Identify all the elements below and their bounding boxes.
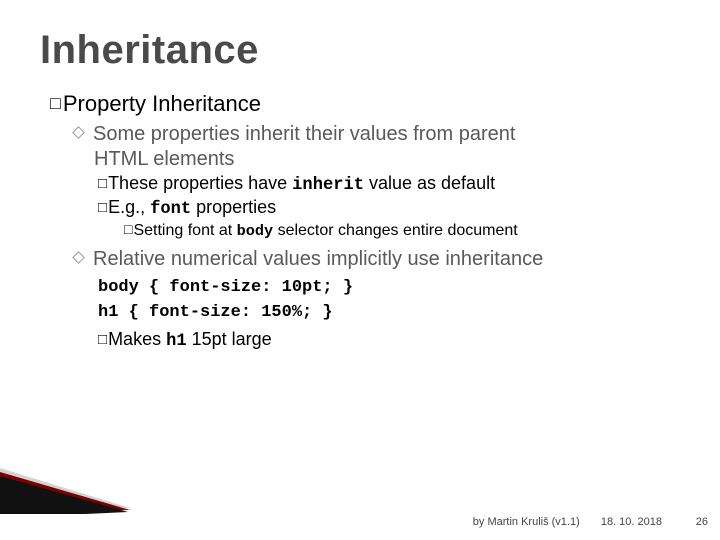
- footer-date: 18. 10. 2018: [601, 516, 662, 528]
- text-b: selector changes entire document: [273, 222, 518, 239]
- code-font: font: [150, 200, 191, 219]
- bullet-inherit-values: Some properties inherit their values fro…: [74, 123, 680, 146]
- square-bullet-icon: □: [98, 331, 107, 348]
- square-bullet-icon: □: [98, 199, 107, 216]
- slide: Inheritance □Property Inheritance Some p…: [0, 0, 720, 540]
- bullet-body-selector: □Setting font at body selector changes e…: [124, 221, 680, 240]
- text-b: value as default: [364, 173, 495, 193]
- text-a: Setting font at: [133, 222, 236, 239]
- code-inherit: inherit: [292, 176, 364, 195]
- bullet-relative-values: Relative numerical values implicitly use…: [74, 248, 680, 271]
- text-b: 15pt large: [187, 329, 272, 349]
- square-bullet-icon: □: [124, 221, 132, 237]
- text-a: Makes: [108, 329, 166, 349]
- section-rest: Inheritance: [146, 91, 261, 116]
- bullet-text: Some properties inherit their values fro…: [93, 123, 515, 145]
- section-prefix: Property: [63, 91, 146, 116]
- bullet-inherit-default: □These properties have inherit value as …: [98, 173, 680, 195]
- text-a: E.g.,: [108, 197, 150, 217]
- code-h1: h1: [166, 332, 187, 351]
- bullet-text: Relative numerical values implicitly use…: [93, 248, 543, 270]
- bullet-result: □Makes h1 15pt large: [98, 329, 680, 351]
- slide-footer: by Martin Kruliš (v1.1) 18. 10. 2018: [473, 516, 690, 528]
- code-body-fontsize: body { font-size: 10pt; }: [98, 277, 680, 300]
- code-h1-fontsize: h1 { font-size: 150%; }: [98, 302, 680, 325]
- footer-author: by Martin Kruliš (v1.1): [473, 516, 580, 528]
- bullet-font-example: □E.g., font properties: [98, 197, 680, 219]
- code-body: body: [237, 222, 273, 240]
- square-bullet-icon: □: [98, 175, 107, 192]
- text-a: These properties have: [108, 173, 292, 193]
- page-number: 26: [696, 516, 708, 528]
- diamond-bullet-icon: [72, 251, 85, 264]
- bullet-text: HTML elements: [94, 148, 234, 170]
- section-heading: □Property Inheritance: [50, 91, 680, 117]
- text-b: properties: [191, 197, 276, 217]
- square-bullet-icon: □: [50, 93, 61, 114]
- bullet-inherit-values-cont: HTML elements: [94, 148, 680, 171]
- slide-title: Inheritance: [40, 28, 680, 73]
- decorative-accent: [0, 458, 130, 514]
- diamond-bullet-icon: [72, 126, 85, 139]
